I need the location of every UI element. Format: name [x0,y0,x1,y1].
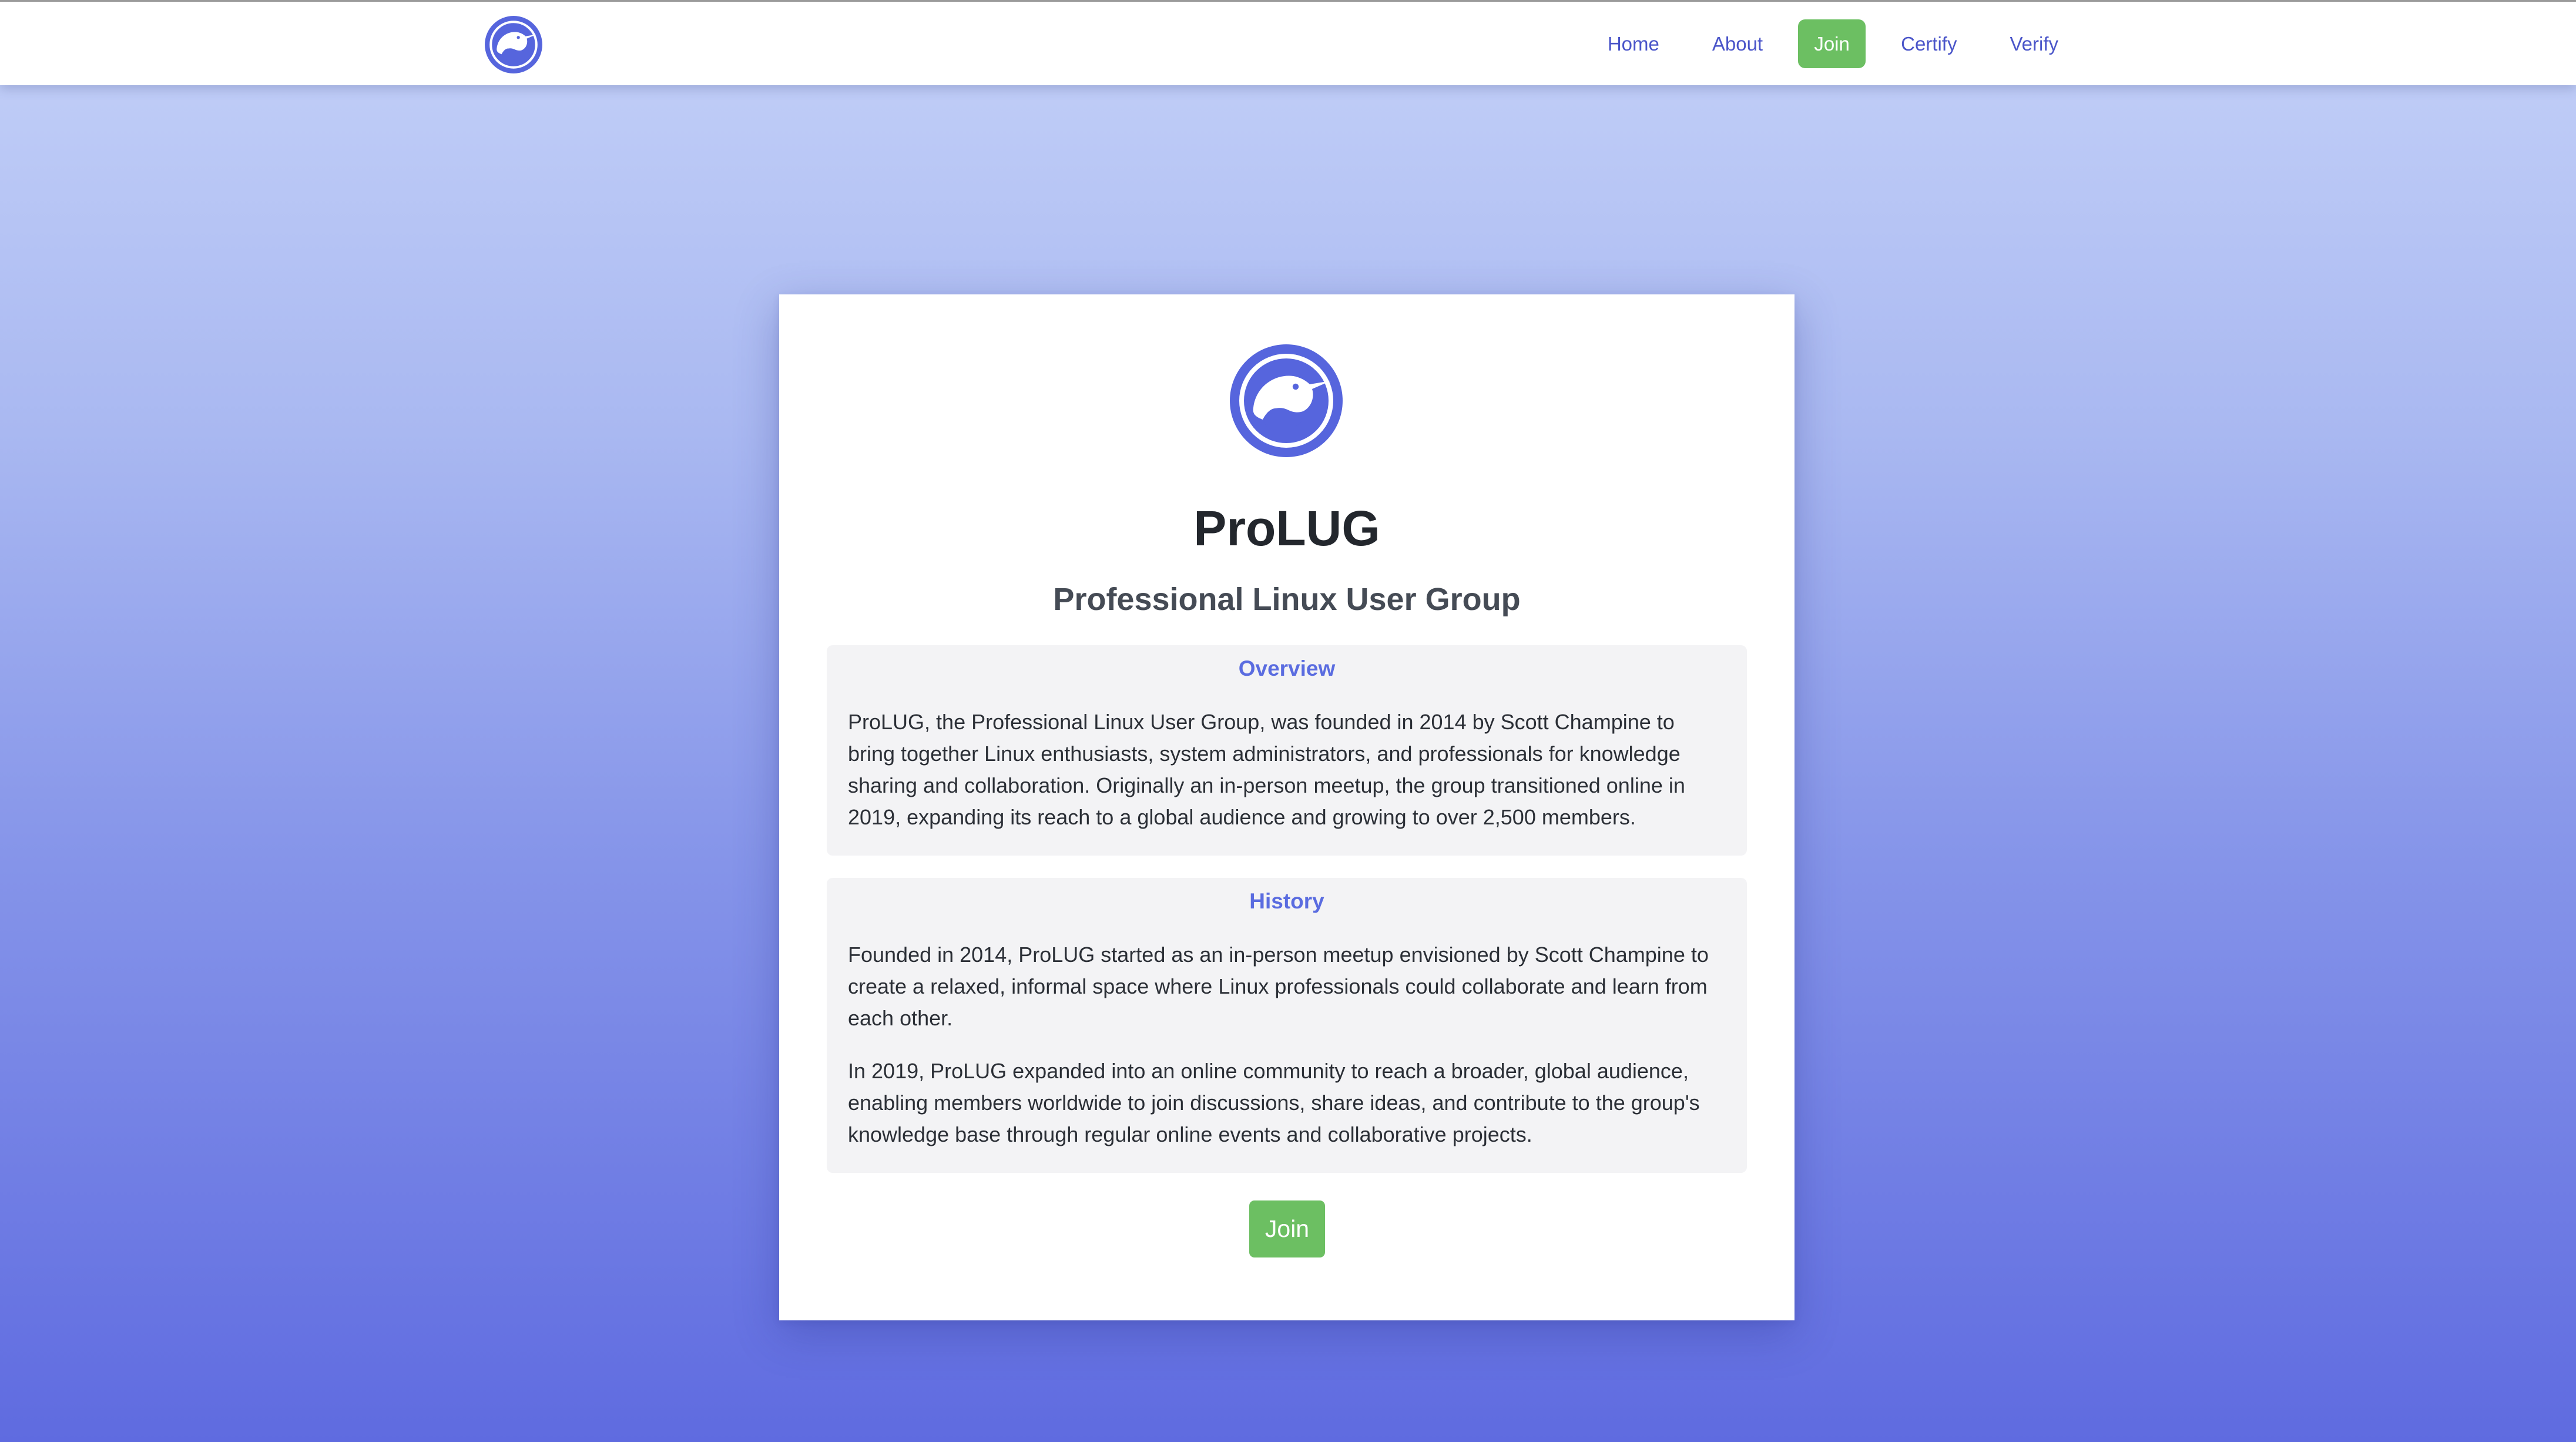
page-subtitle: Professional Linux User Group [1053,582,1521,617]
page-title: ProLUG [1193,501,1380,556]
nav-certify-link[interactable]: Certify [1883,19,1974,68]
nav-links: Home About Join Certify Verify [1572,19,2076,68]
nav-about-link[interactable]: About [1695,19,1780,68]
history-section: History Founded in 2014, ProLUG started … [827,878,1747,1173]
prolug-bird-logo-icon [1230,344,1343,457]
nav-home-link[interactable]: Home [1590,19,1677,68]
overview-section: Overview ProLUG, the Professional Linux … [827,645,1747,856]
overview-text: ProLUG, the Professional Linux User Grou… [848,710,1685,829]
history-paragraph: In 2019, ProLUG expanded into an online … [848,1059,1700,1146]
nav-join-button[interactable]: Join [1798,19,1866,68]
prolug-bird-logo-icon[interactable] [484,15,544,75]
history-heading: History [1249,889,1324,913]
history-paragraph: Founded in 2014, ProLUG started as an in… [848,943,1709,1030]
join-button[interactable]: Join [1249,1200,1325,1257]
content-card: ProLUG Professional Linux User Group Ove… [779,294,1795,1320]
nav-verify-link[interactable]: Verify [1992,19,2076,68]
overview-heading: Overview [1238,656,1336,680]
top-navbar: Home About Join Certify Verify [0,0,2576,85]
